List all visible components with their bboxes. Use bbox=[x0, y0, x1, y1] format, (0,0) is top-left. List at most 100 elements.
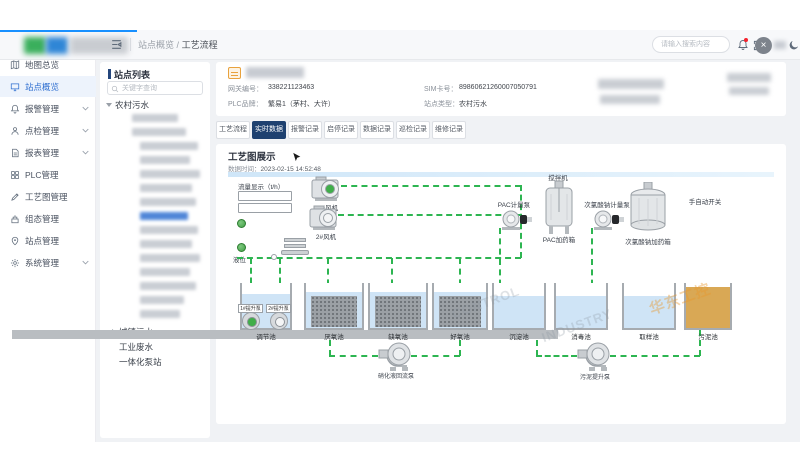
dark-mode-moon-icon[interactable] bbox=[788, 39, 800, 51]
reflux-pipe-right bbox=[411, 355, 460, 357]
pac-dosing-tank-icon[interactable] bbox=[542, 180, 576, 236]
loading-progress-bar bbox=[0, 30, 137, 32]
manifold-header bbox=[281, 250, 309, 255]
tab-alarm-records[interactable]: 报警记录 bbox=[288, 121, 322, 139]
manifold-bar bbox=[284, 244, 306, 248]
sidebar-label: 站点管理 bbox=[25, 235, 59, 247]
sidebar-item-plc-management[interactable]: PLC管理 bbox=[0, 164, 96, 185]
breadcrumb-parent[interactable]: 站点概览 bbox=[138, 40, 174, 50]
auto-switch-label: 手自动开关 bbox=[678, 196, 732, 206]
map-icon bbox=[10, 60, 20, 70]
sidebar-label: 地图总览 bbox=[25, 59, 59, 71]
sludge-pipe-left bbox=[536, 355, 577, 357]
pac-metering-pump-icon[interactable] bbox=[500, 208, 534, 232]
sidebar-item-process-diagram-management[interactable]: 工艺图管理 bbox=[0, 186, 96, 207]
title-accent-bar bbox=[108, 69, 111, 79]
naclo-metering-pump-icon[interactable] bbox=[592, 208, 626, 232]
logo-blurred-2 bbox=[46, 37, 68, 54]
gear-icon bbox=[10, 258, 20, 268]
fan-2-label: 2#风机 bbox=[308, 231, 344, 241]
gateway-value: 338221123463 bbox=[268, 84, 314, 91]
site-tree-item-industrial-wastewater[interactable]: 工业废水 bbox=[119, 341, 153, 353]
fan-2-icon[interactable] bbox=[308, 204, 342, 232]
redacted-info-block bbox=[727, 73, 771, 82]
reflux-pump-icon[interactable] bbox=[376, 340, 416, 372]
tank-label: 厌氧池 bbox=[304, 331, 364, 341]
tank-label: 沉淀池 bbox=[492, 331, 546, 341]
naclo-tank-label: 次氯酸钠加药箱 bbox=[620, 236, 676, 246]
site-tree-item-redacted[interactable] bbox=[132, 114, 178, 122]
breadcrumb-current: 工艺流程 bbox=[182, 40, 218, 50]
station-info-card: 网关编号： 338221123463 PLC品牌： 繁易1（茅村、大许） SIM… bbox=[216, 62, 786, 116]
site-tree-item-redacted[interactable] bbox=[140, 282, 196, 290]
air-pipe-fan1 bbox=[341, 185, 521, 187]
site-tree-item-integrated-pump-station[interactable]: 一体化泵站 bbox=[119, 356, 162, 368]
sidebar-item-inspection-management[interactable]: 点检管理 bbox=[0, 120, 96, 141]
sidebar-label: 系统管理 bbox=[25, 257, 59, 269]
pac-tank-label: PAC加药箱 bbox=[536, 234, 582, 244]
sidebar-item-config-management[interactable]: 组态管理 bbox=[0, 208, 96, 229]
tab-process-flow[interactable]: 工艺流程 bbox=[216, 121, 250, 139]
site-search[interactable] bbox=[107, 81, 203, 95]
site-tree-root[interactable]: 农村污水 bbox=[106, 99, 149, 111]
app-screen: 站点概览 / 工艺流程 × 地图总览 站点概览 报警管理 点检管理 报表管理 P… bbox=[0, 0, 800, 450]
station-name-blurred bbox=[246, 67, 304, 78]
site-tree-item-redacted[interactable] bbox=[140, 254, 200, 262]
tab-maintenance-records[interactable]: 维修记录 bbox=[432, 121, 466, 139]
site-tree-item-redacted[interactable] bbox=[140, 198, 196, 206]
tank-label: 污泥池 bbox=[684, 331, 732, 341]
naclo-dosing-tank-icon[interactable] bbox=[627, 182, 669, 236]
breadcrumb: 站点概览 / 工艺流程 bbox=[138, 38, 218, 51]
status-indicator-level bbox=[237, 243, 246, 252]
tree-root-label: 农村污水 bbox=[115, 99, 149, 111]
site-list-title: 站点列表 bbox=[114, 68, 150, 81]
site-tree-item-redacted[interactable] bbox=[140, 184, 192, 192]
global-search-input[interactable] bbox=[661, 38, 725, 51]
site-tree-item-redacted[interactable] bbox=[140, 240, 192, 248]
tab-realtime-data[interactable]: 实时数据 bbox=[252, 121, 286, 139]
site-tree-item-redacted[interactable] bbox=[140, 142, 198, 150]
sidebar-item-site-overview[interactable]: 站点概览 bbox=[0, 76, 96, 97]
tab-startstop-records[interactable]: 启停记录 bbox=[324, 121, 358, 139]
site-tree-item-selected[interactable] bbox=[140, 212, 188, 220]
user-avatar[interactable]: × bbox=[755, 37, 772, 54]
search-icon bbox=[111, 85, 119, 93]
sidebar-label: 报表管理 bbox=[25, 147, 59, 159]
tab-inspection-records[interactable]: 巡检记录 bbox=[396, 121, 430, 139]
lift-pump-2-icon[interactable] bbox=[270, 312, 288, 330]
site-tree-item-redacted[interactable] bbox=[140, 296, 184, 304]
sidebar-item-map-overview[interactable]: 地图总览 bbox=[0, 54, 96, 75]
site-tree-item-redacted[interactable] bbox=[140, 268, 190, 276]
lift-pump-1-icon[interactable] bbox=[242, 312, 260, 330]
sidebar-item-report-management[interactable]: 报表管理 bbox=[0, 142, 96, 163]
sludge-lift-pump-icon[interactable] bbox=[575, 340, 615, 372]
sidebar-label: 报警管理 bbox=[25, 103, 59, 115]
site-tree-item-redacted[interactable] bbox=[132, 128, 186, 136]
site-tree-item-redacted[interactable] bbox=[140, 310, 180, 318]
site-tree-item-redacted[interactable] bbox=[140, 156, 190, 164]
plc-value: 繁易1（茅村、大许） bbox=[268, 99, 335, 109]
site-search-input[interactable] bbox=[122, 83, 200, 93]
menu-fold-icon[interactable] bbox=[110, 38, 123, 51]
sidebar-item-site-management[interactable]: 站点管理 bbox=[0, 230, 96, 251]
sludge-pipe-right bbox=[610, 355, 700, 357]
flow-readout-1 bbox=[238, 191, 292, 201]
tab-data-records[interactable]: 数据记录 bbox=[360, 121, 394, 139]
redacted-info-block bbox=[598, 79, 664, 89]
sidebar-item-alarm-management[interactable]: 报警管理 bbox=[0, 98, 96, 119]
location-pin-icon bbox=[10, 236, 20, 246]
fan-1-icon[interactable] bbox=[310, 175, 344, 203]
tank-anaerobic bbox=[304, 283, 364, 330]
caret-down-icon bbox=[106, 103, 112, 107]
document-icon bbox=[10, 148, 20, 158]
tank-anoxic bbox=[368, 283, 428, 330]
sidebar-item-system-management[interactable]: 系统管理 bbox=[0, 252, 96, 273]
sidebar-label: 工艺图管理 bbox=[25, 191, 68, 203]
air-pipe-fan2 bbox=[338, 214, 521, 216]
sludge-lift-pump-label: 污泥提升泵 bbox=[560, 372, 630, 381]
global-search[interactable] bbox=[652, 36, 730, 53]
chevron-down-icon bbox=[82, 150, 89, 155]
site-tree-item-redacted[interactable] bbox=[140, 170, 200, 178]
site-tree-item-redacted[interactable] bbox=[140, 226, 198, 234]
sim-label: SIM卡号： bbox=[424, 84, 457, 94]
